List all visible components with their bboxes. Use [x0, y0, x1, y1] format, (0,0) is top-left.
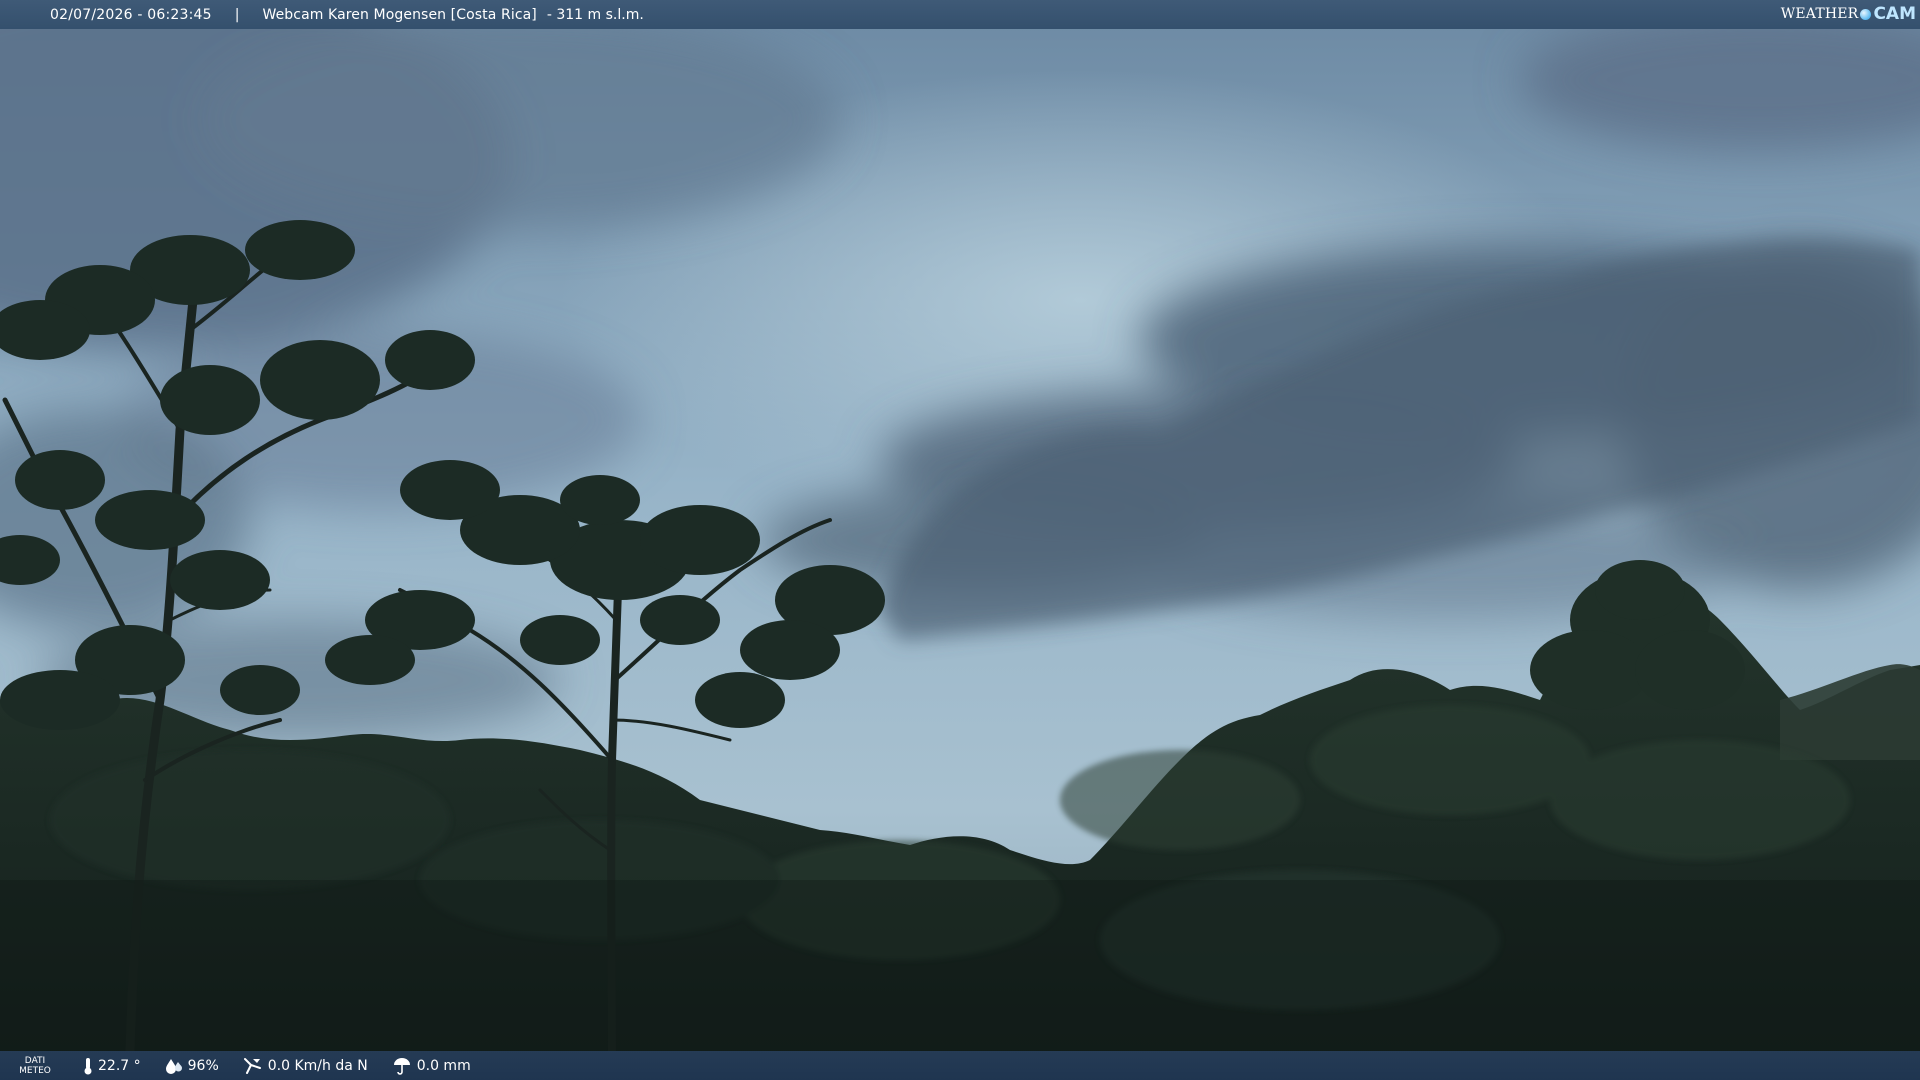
wind-value: 0.0 Km/h da N: [267, 1057, 368, 1074]
humidity-drop-icon: [165, 1058, 182, 1074]
weathercam-logo[interactable]: WEATHER CAM: [1781, 3, 1916, 25]
weather-data-bar: DATI METEO 22.7 ° 96% 0.0 Km/h da N 0.0 …: [0, 1051, 1920, 1080]
logo-dot-icon: [1860, 8, 1872, 20]
separator: |: [234, 6, 240, 23]
datetime-label: 02/07/2026 - 06:23:45: [50, 6, 212, 23]
header-bar: 02/07/2026 - 06:23:45 | Webcam Karen Mog…: [0, 0, 1920, 29]
wind-reading: 0.0 Km/h da N: [243, 1057, 368, 1075]
webcam-view: 02/07/2026 - 06:23:45 | Webcam Karen Mog…: [0, 0, 1920, 1080]
logo-word: WEATHER: [1780, 6, 1859, 22]
temperature-value: 22.7 °: [98, 1057, 141, 1074]
webcam-image: [0, 0, 1920, 1080]
logo-suffix: CAM: [1873, 4, 1916, 24]
humidity-reading: 96%: [165, 1058, 219, 1074]
rain-umbrella-icon: [393, 1057, 410, 1075]
wind-icon: [243, 1057, 261, 1074]
webcam-title: Webcam Karen Mogensen [Costa Rica]: [262, 6, 537, 23]
thermometer-icon: [84, 1057, 92, 1074]
altitude-label: - 311 m s.l.m.: [546, 6, 644, 23]
temperature-reading: 22.7 °: [83, 1057, 141, 1075]
rain-reading: 0.0 mm: [392, 1057, 471, 1075]
dati-meteo-label: DATI METEO: [19, 1055, 51, 1076]
humidity-value: 96%: [187, 1057, 219, 1074]
rain-value: 0.0 mm: [416, 1057, 471, 1074]
